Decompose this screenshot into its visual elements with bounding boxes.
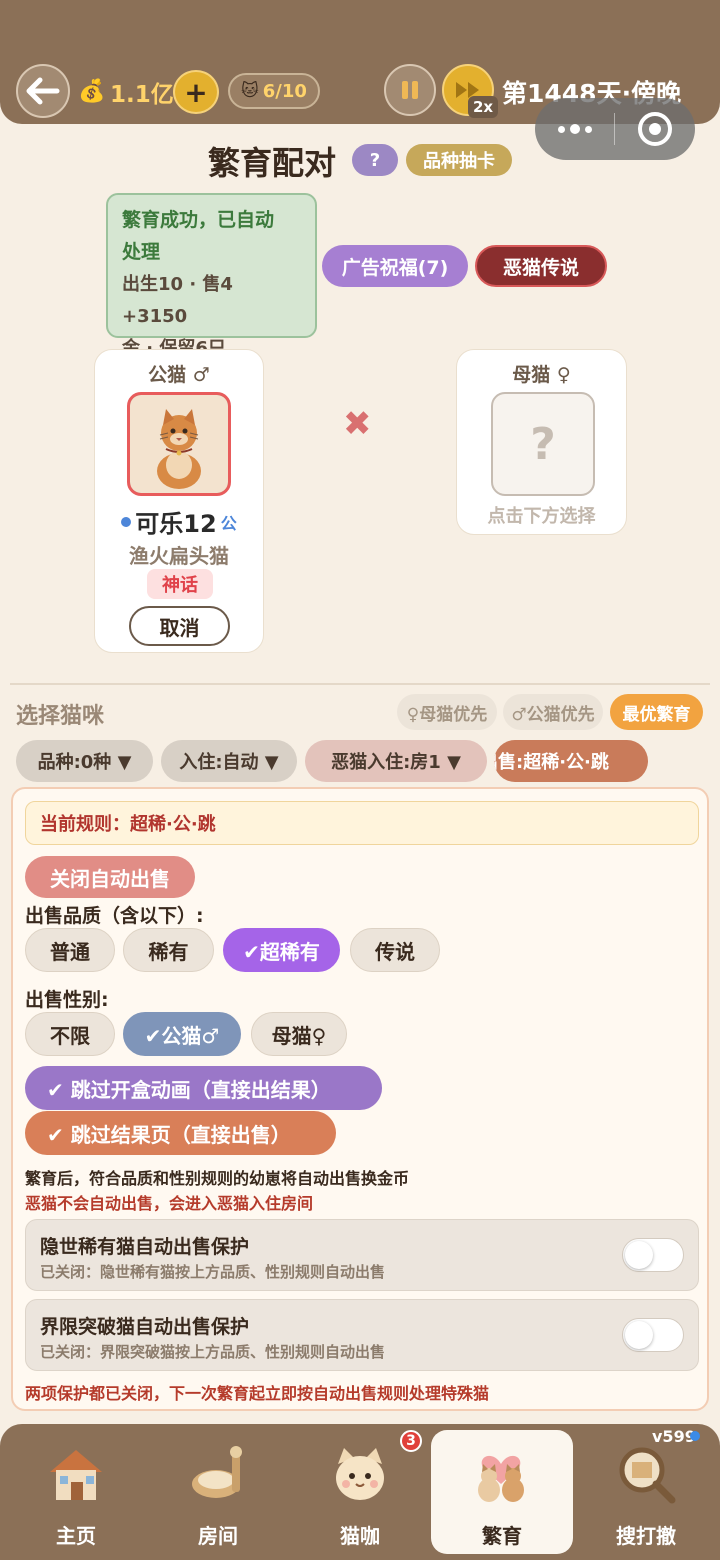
protect1-title: 隐世稀有猫自动出售保护 <box>40 1236 250 1258</box>
nav-breeding-label: 繁育 <box>482 1524 522 1548</box>
auto-sale-panel: 当前规则：超稀·公·跳 关闭自动出售 出售品质（含以下）: 普通 稀有 ✔超稀有… <box>11 787 709 1411</box>
quality-super-rare[interactable]: ✔超稀有 <box>223 928 340 972</box>
best-breed-button[interactable]: 最优繁育 <box>610 694 703 730</box>
female-slot-placeholder[interactable]: ? <box>491 392 595 496</box>
breed-result-box: 繁育成功，已自动 处理 出生10 · 售4 +3150 金 · 保留6只 <box>106 193 317 359</box>
more-menu-button[interactable] <box>535 124 614 134</box>
sale-filter[interactable]: 出售:超稀·公·跳 <box>494 740 648 782</box>
cat-face-icon: 🐱 <box>241 81 259 101</box>
bottom-nav: 主页 房间 猫咖 繁育 搜打撤 <box>0 1424 720 1560</box>
room-icon <box>192 1446 242 1498</box>
result-title-line1: 繁育成功，已自动 <box>122 209 275 231</box>
breeding-icon <box>478 1455 524 1502</box>
cat-count-text: 6/10 <box>262 80 307 102</box>
help-button[interactable]: ? <box>352 144 398 176</box>
divider <box>10 683 710 685</box>
house-icon <box>50 1450 102 1500</box>
skip-animation-toggle[interactable]: ✔ 跳过开盒动画（直接出结果） <box>25 1066 382 1110</box>
cat-count-display: 🐱 6/10 <box>228 73 320 109</box>
search-map-icon <box>619 1447 676 1504</box>
female-hint: 点击下方选择 <box>487 506 596 527</box>
close-mini-program-button[interactable] <box>615 112 694 146</box>
gold-amount: 1.1亿 <box>110 82 174 108</box>
nav-breeding[interactable]: 繁育 <box>431 1430 573 1554</box>
protect2-switch[interactable] <box>622 1318 684 1352</box>
cross-icon: ✖ <box>343 404 372 444</box>
male-cat-card[interactable]: 公猫 ♂ 可乐12 公 渔火扁头猫 神话 取消 <box>94 349 264 653</box>
nav-room-label: 房间 <box>198 1524 238 1548</box>
cat-cafe-badge: 3 <box>400 1430 422 1452</box>
nav-search[interactable]: 搜打撤 <box>574 1424 718 1560</box>
close-auto-sale-button[interactable]: 关闭自动出售 <box>25 856 195 898</box>
gender-female[interactable]: 母猫♀ <box>251 1012 347 1056</box>
evil-cat-info: 恶猫不会自动出售，会进入恶猫入住房间 <box>25 1194 314 1213</box>
female-label: 母猫 ♀ <box>512 364 571 386</box>
target-icon <box>637 112 672 146</box>
cancel-button[interactable]: 取消 <box>129 606 230 646</box>
money-bag-icon: 💰 <box>78 79 106 104</box>
cat-name-row: 可乐12 公 <box>95 504 263 539</box>
quality-common[interactable]: 普通 <box>25 928 115 972</box>
nav-home-label: 主页 <box>56 1524 96 1548</box>
quality-rare[interactable]: 稀有 <box>123 928 214 972</box>
cat-name: 可乐12 <box>135 510 217 538</box>
cat-cafe-icon <box>336 1448 384 1500</box>
back-button[interactable] <box>16 64 70 118</box>
quality-label: 出售品质（含以下）: <box>25 905 204 927</box>
male-first-button[interactable]: ♂公猫优先 <box>503 694 603 730</box>
mini-program-capsule <box>535 98 695 160</box>
add-gold-button[interactable]: + <box>173 70 219 114</box>
gender-any[interactable]: 不限 <box>25 1012 115 1056</box>
quality-legend[interactable]: 传说 <box>350 928 440 972</box>
gender-male[interactable]: ✔公猫♂ <box>123 1012 241 1056</box>
female-first-button[interactable]: ♀母猫优先 <box>397 694 497 730</box>
ad-blessing-button[interactable]: 广告祝福(7) <box>322 245 468 287</box>
cat-portrait <box>127 392 231 496</box>
auto-sale-info: 繁育后，符合品质和性别规则的幼崽将自动出售换金币 <box>25 1169 410 1188</box>
gender-label: 出售性别: <box>25 989 109 1011</box>
current-rule: 当前规则：超稀·公·跳 <box>25 801 699 845</box>
select-cats-title: 选择猫咪 <box>16 704 105 729</box>
protect1-switch[interactable] <box>622 1238 684 1272</box>
version-dot <box>690 1431 700 1441</box>
gold-display: 💰 1.1亿 <box>78 74 174 110</box>
status-dot <box>121 516 132 527</box>
pause-button[interactable] <box>384 64 436 116</box>
breed-gacha-button[interactable]: 品种抽卡 <box>406 144 512 176</box>
protect2-subtitle: 已关闭：界限突破猫按上方品质、性别规则自动出售 <box>40 1343 386 1361</box>
protect-footer-note: 两项保护都已关闭，下一次繁育起立即按自动出售规则处理特殊猫 <box>25 1384 490 1403</box>
page-title: 繁育配对 <box>208 144 337 182</box>
male-label: 公猫 ♂ <box>148 364 210 386</box>
evil-cat-legend-button[interactable]: 恶猫传说 <box>475 245 607 287</box>
cat-breed: 渔火扁头猫 <box>129 544 229 568</box>
speed-badge: 2x <box>468 96 498 118</box>
arrow-left-icon <box>26 77 60 105</box>
pause-icon <box>402 81 408 99</box>
nav-search-label: 搜打撤 <box>616 1524 676 1548</box>
nav-home[interactable]: 主页 <box>4 1424 148 1560</box>
result-title-line2: 处理 <box>122 241 161 263</box>
nav-cat-cafe-label: 猫咖 <box>340 1524 380 1548</box>
skip-result-toggle[interactable]: ✔ 跳过结果页（直接出售） <box>25 1111 336 1155</box>
orange-cat-icon <box>130 395 228 493</box>
cat-sex: 公 <box>220 513 237 533</box>
result-detail-line1: 出生10 · 售4 +3150 <box>122 274 233 327</box>
protect2-title: 界限突破猫自动出售保护 <box>40 1316 250 1338</box>
rarity-badge: 神话 <box>147 569 213 599</box>
evil-checkin-filter[interactable]: 恶猫入住:房1 ▼ <box>305 740 487 782</box>
protect-hidden-rare-row: 隐世稀有猫自动出售保护 已关闭：隐世稀有猫按上方品质、性别规则自动出售 <box>25 1219 699 1291</box>
protect-breakthrough-row: 界限突破猫自动出售保护 已关闭：界限突破猫按上方品质、性别规则自动出售 <box>25 1299 699 1371</box>
sale-filter-label: 出售:超稀·公·跳 <box>494 752 609 773</box>
nav-room[interactable]: 房间 <box>146 1424 290 1560</box>
breed-filter[interactable]: 品种:0种 ▼ <box>16 740 153 782</box>
protect1-subtitle: 已关闭：隐世稀有猫按上方品质、性别规则自动出售 <box>40 1263 386 1281</box>
female-cat-card[interactable]: 母猫 ♀ ? 点击下方选择 <box>456 349 627 535</box>
checkin-filter[interactable]: 入住:自动 ▼ <box>161 740 297 782</box>
